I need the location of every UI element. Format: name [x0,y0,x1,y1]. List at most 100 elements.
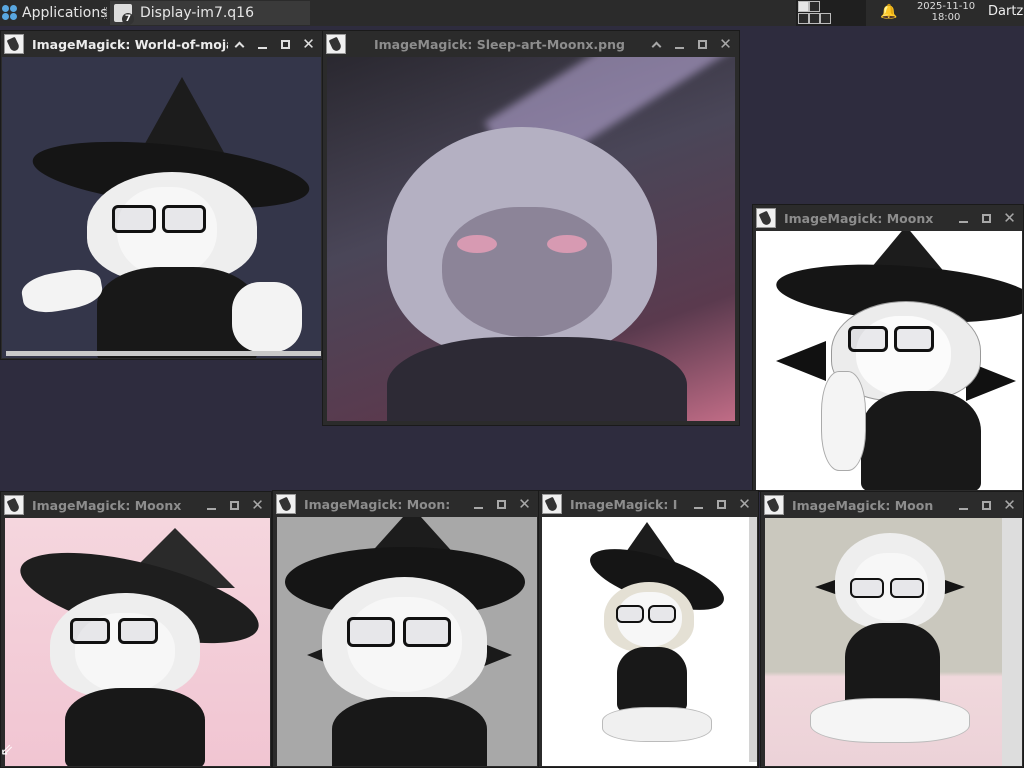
minimize-button[interactable] [467,492,490,516]
image-scrollbar[interactable] [6,351,321,356]
image-scrollbar[interactable] [749,517,757,762]
close-button[interactable]: ✕ [998,493,1021,517]
panel-clock[interactable]: 2025-11-10 18:00 [906,1,986,23]
minimize-button[interactable] [952,493,975,517]
maximize-icon [281,39,290,49]
minimize-icon [675,47,684,49]
close-button[interactable]: ✕ [733,492,756,516]
image-canvas[interactable] [765,518,1022,766]
maximize-icon [717,499,726,509]
minimize-button[interactable] [952,206,975,230]
window-titlebar[interactable]: ImageMagick: Moonx ✕ [753,205,1023,231]
witch-illustration [2,57,321,358]
imagemagick-icon[interactable] [542,494,562,514]
sleep-shirt [387,337,687,421]
maximize-button[interactable] [490,492,513,516]
window-title: ImageMagick: Moon: [304,496,451,512]
taskbar-label: Display-im7.q16 [140,5,254,21]
clock-time: 18:00 [931,12,961,23]
close-icon: ✕ [518,494,531,513]
image-canvas[interactable] [327,57,735,421]
close-icon: ✕ [1003,208,1016,227]
sleep-eyes [457,235,597,255]
window-titlebar[interactable]: ImageMagick: I ✕ [539,491,758,517]
image-scrollbar[interactable] [1002,518,1022,766]
shade-button[interactable] [645,32,668,56]
maximize-button[interactable] [710,492,733,516]
image-canvas[interactable] [5,518,270,766]
imagemagick-window-moon-beige[interactable]: ImageMagick: Moon ✕ [760,491,1024,768]
close-button[interactable]: ✕ [998,206,1021,230]
window-title: ImageMagick: Moonx [784,210,934,226]
window-titlebar[interactable]: ImageMagick: Moon ✕ [761,492,1023,518]
image-canvas[interactable] [756,231,1022,490]
resize-cursor-icon: ⇙ [0,740,14,759]
imagemagick-icon[interactable] [4,495,24,515]
minimize-button[interactable] [668,32,691,56]
maximize-icon [982,500,991,510]
window-titlebar[interactable]: ImageMagick: Moonx ✕ [1,492,271,518]
imagemagick-icon: 7 [114,4,134,25]
maximize-button[interactable] [223,493,246,517]
window-title: ImageMagick: Moon [792,497,934,513]
close-icon: ✕ [251,495,264,514]
imagemagick-icon[interactable] [326,34,346,54]
minimize-button[interactable] [687,492,710,516]
close-button[interactable]: ✕ [513,492,536,516]
close-icon: ✕ [738,494,751,513]
minimize-icon [207,508,216,510]
imagemagick-window-moonx-pink[interactable]: ImageMagick: Moonx ✕ [0,491,272,768]
shade-button[interactable] [228,32,251,56]
maximize-icon [230,500,239,510]
minimize-icon [959,221,968,223]
window-titlebar[interactable]: ImageMagick: World-of-moja ✕ [1,31,322,57]
image-canvas[interactable] [542,517,757,766]
close-icon: ✕ [719,34,732,53]
window-title: ImageMagick: Sleep-art-Moonx.png [374,36,625,52]
sleep-face [442,207,612,337]
imagemagick-icon[interactable] [4,34,24,54]
minimize-icon [258,47,267,49]
maximize-button[interactable] [975,206,998,230]
imagemagick-icon[interactable] [756,208,776,228]
maximize-button[interactable] [274,32,297,56]
close-button[interactable]: ✕ [246,493,269,517]
close-button[interactable]: ✕ [714,32,737,56]
top-panel: Applications 7 Display-im7.q16 🔔 2025-11… [0,0,1024,26]
image-canvas[interactable] [2,57,321,358]
window-titlebar[interactable]: ImageMagick: Moon: ✕ [273,491,538,517]
clock-date: 2025-11-10 [916,1,976,12]
maximize-icon [497,499,506,509]
imagemagick-window-moonx-right[interactable]: ImageMagick: Moonx ✕ [752,204,1024,492]
xfce-logo-icon [2,5,18,21]
user-menu[interactable]: Dartz [988,4,1023,19]
close-icon: ✕ [1003,495,1016,514]
imagemagick-window-i[interactable]: ImageMagick: I ✕ [538,490,759,768]
maximize-button[interactable] [975,493,998,517]
task-badge: 7 [122,13,134,25]
minimize-icon [694,507,703,509]
window-title: ImageMagick: World-of-moja [32,36,228,52]
maximize-icon [698,39,707,49]
minimize-button[interactable] [251,32,274,56]
image-canvas[interactable] [277,517,537,766]
imagemagick-icon[interactable] [764,495,784,515]
imagemagick-window-sleep-art[interactable]: ImageMagick: Sleep-art-Moonx.png ✕ [322,30,740,426]
workspace-pager[interactable] [796,0,866,26]
close-button[interactable]: ✕ [297,32,320,56]
shade-icon [651,41,662,51]
window-titlebar[interactable]: ImageMagick: Sleep-art-Moonx.png ✕ [323,31,739,57]
bell-icon[interactable]: 🔔 [880,4,897,20]
panel-separator [104,7,107,19]
imagemagick-window-moon-grey[interactable]: ImageMagick: Moon: ✕ [272,490,539,768]
applications-menu-button[interactable]: Applications [0,0,114,26]
window-title: ImageMagick: I [570,496,678,512]
taskbar-button-display[interactable]: 7 Display-im7.q16 [110,1,310,25]
minimize-button[interactable] [200,493,223,517]
pager-grid-icon [798,1,832,25]
minimize-icon [474,507,483,509]
maximize-button[interactable] [691,32,714,56]
imagemagick-icon[interactable] [276,494,296,514]
imagemagick-window-world-of-moja[interactable]: ImageMagick: World-of-moja ✕ [0,30,323,360]
minimize-icon [959,508,968,510]
